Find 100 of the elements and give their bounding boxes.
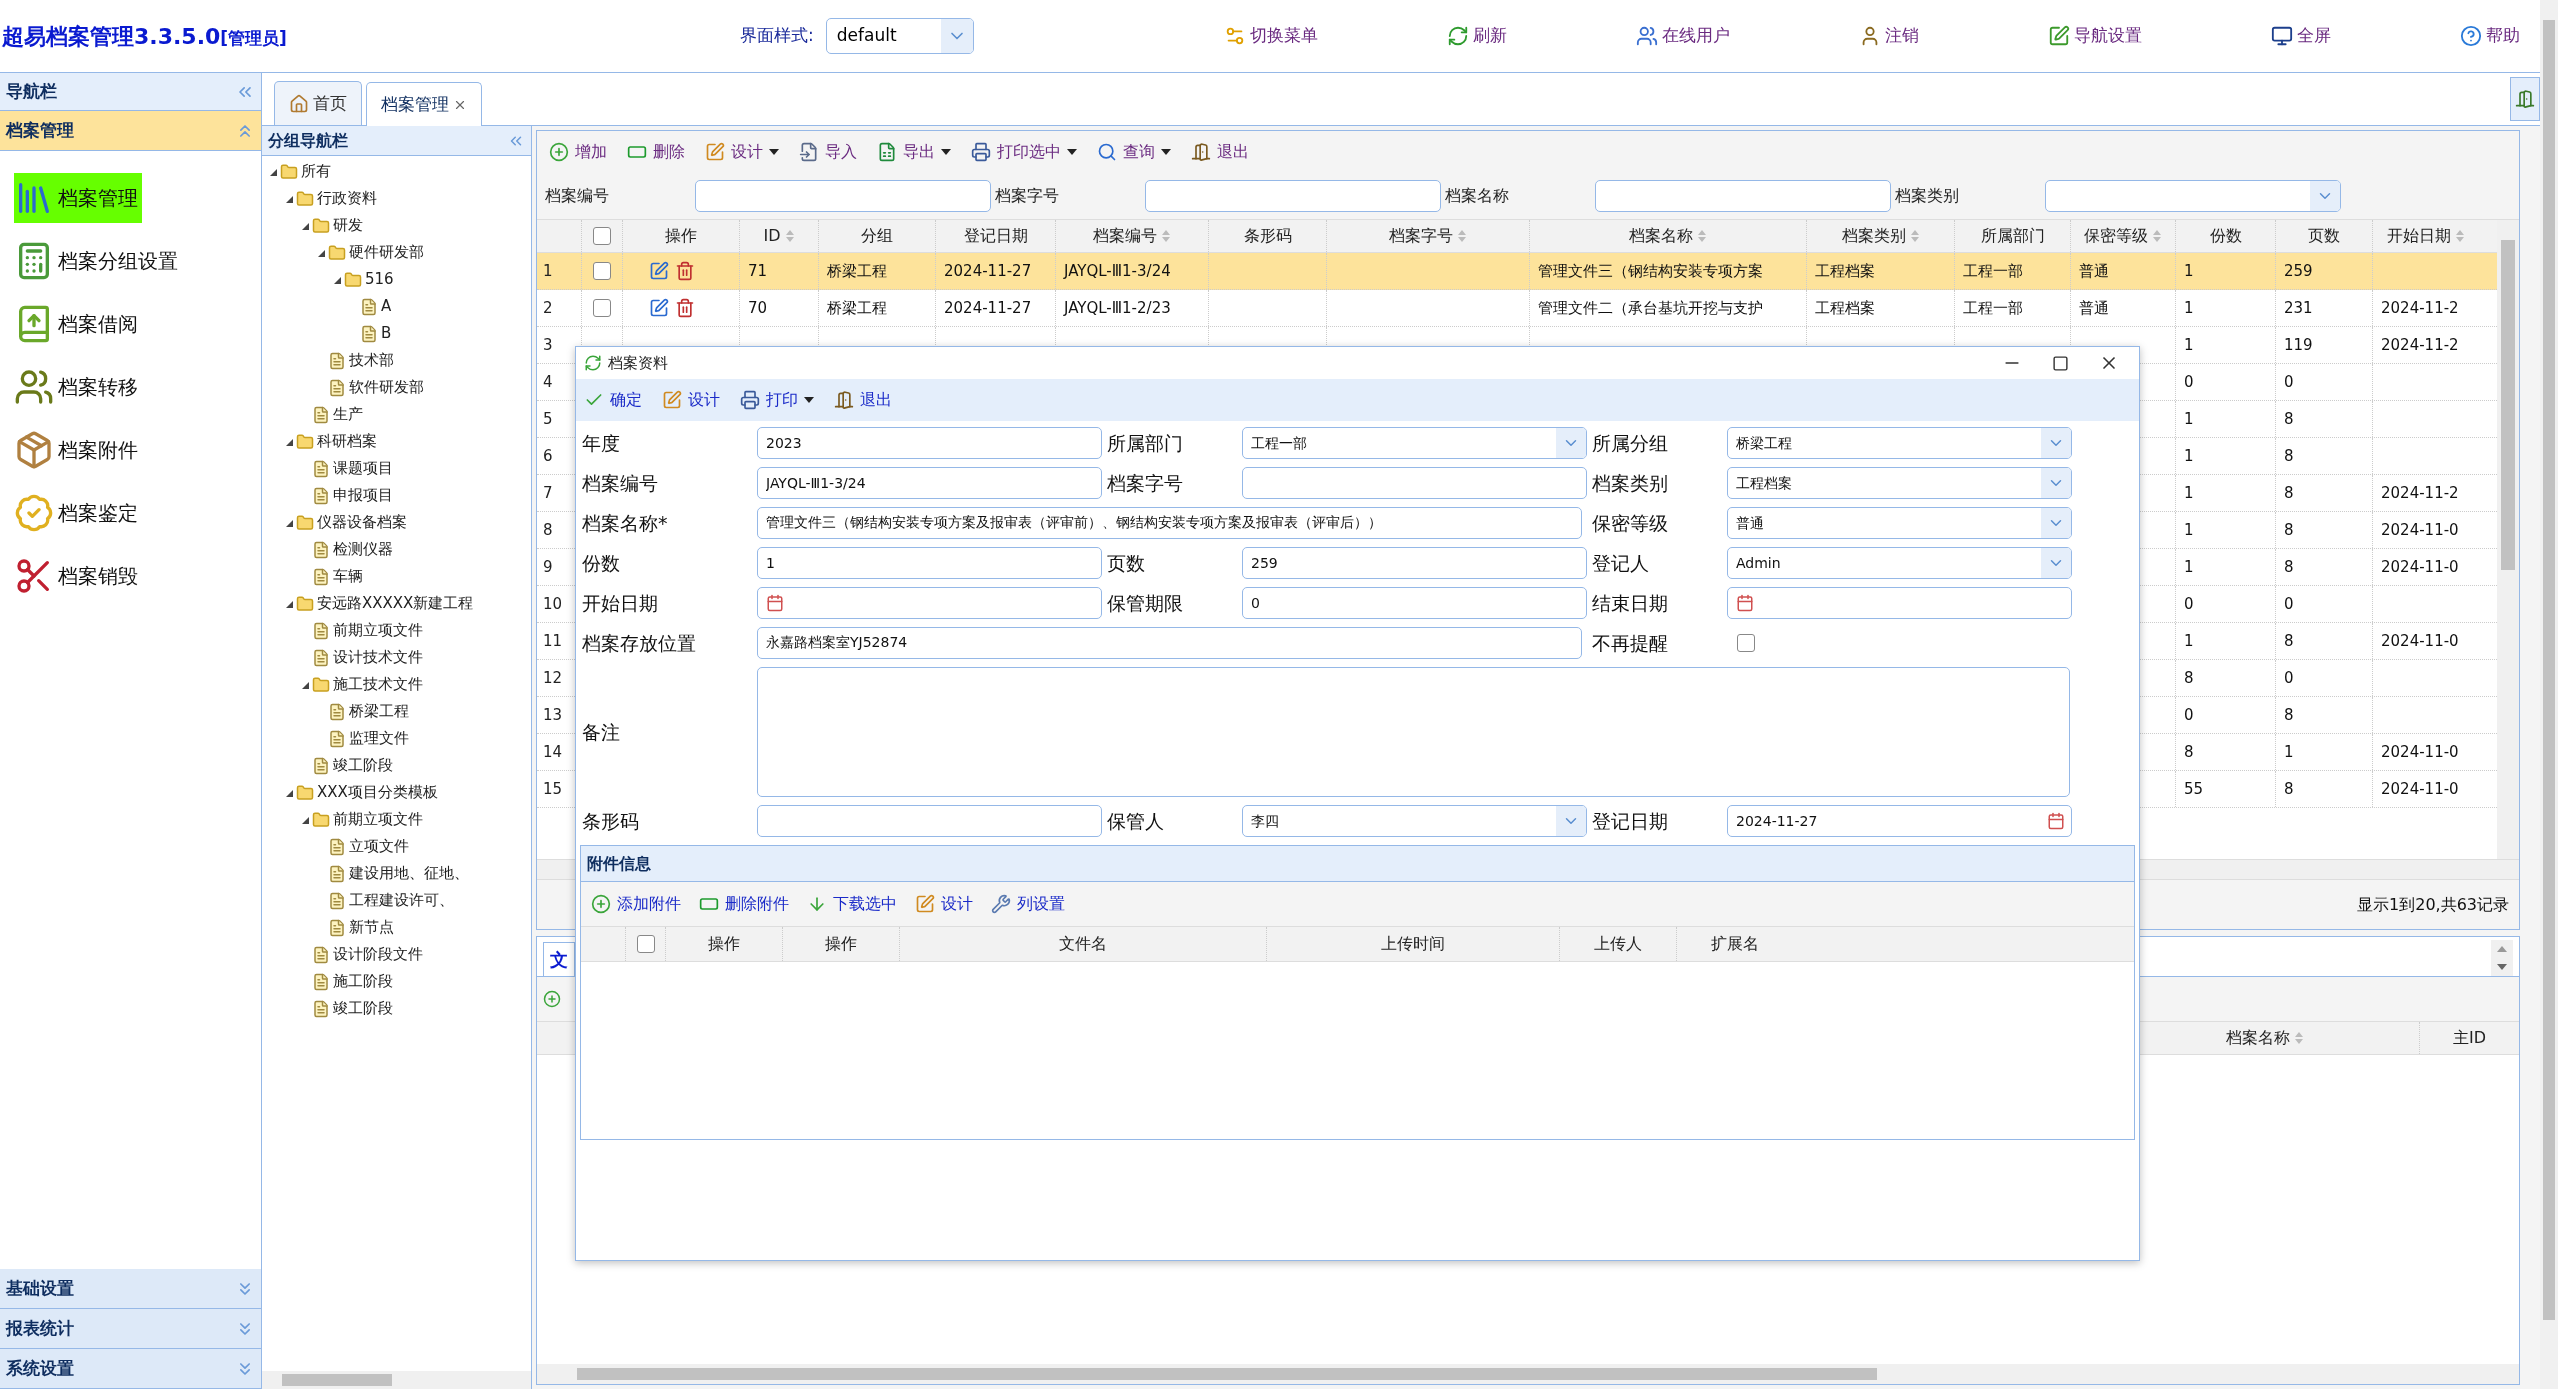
tree-item[interactable]: 车辆 bbox=[333, 565, 363, 588]
nav-label[interactable]: 档案借阅 bbox=[58, 309, 138, 339]
column-header[interactable]: 页数 bbox=[2275, 220, 2372, 252]
tab[interactable]: 首页 bbox=[274, 81, 362, 125]
select-field[interactable]: 普通 bbox=[1727, 507, 2072, 539]
table-row[interactable]: 1 71 桥梁工程 2024-11-27 JAYQL-Ⅲ1-3/24 管理文件三（钢结构安装专项方案 工程档案 工程一部 普通 1 259 bbox=[537, 253, 2497, 290]
tab-scroll-control[interactable] bbox=[2491, 940, 2513, 976]
tree-item[interactable]: 仪器设备档案 bbox=[317, 511, 407, 534]
tree-item[interactable]: 安远路XXXXX新建工程 bbox=[317, 592, 474, 615]
column-header[interactable]: 所属部门 bbox=[1954, 220, 2070, 252]
checkbox[interactable] bbox=[593, 299, 611, 317]
select-field[interactable]: 工程一部 bbox=[1242, 427, 1587, 459]
column-header[interactable]: 档案编号 bbox=[1055, 220, 1208, 252]
tree-item[interactable]: XXX项目分类模板 bbox=[317, 781, 438, 804]
column-header[interactable]: 保密等级 bbox=[2070, 220, 2175, 252]
toolbar-button[interactable]: 导出 bbox=[871, 137, 957, 167]
delete-icon[interactable] bbox=[675, 298, 695, 318]
tree-item[interactable]: 工程建设许可、 bbox=[349, 889, 454, 912]
column-header[interactable]: 档案类别 bbox=[1806, 220, 1954, 252]
tree-item[interactable]: 技术部 bbox=[349, 349, 394, 372]
page-scrollbar[interactable] bbox=[2540, 0, 2558, 1389]
section-title[interactable]: 系统设置 bbox=[6, 1355, 74, 1382]
date-field[interactable]: 2024-11-27 bbox=[1727, 805, 2072, 837]
toolbar-button[interactable]: 设计 bbox=[909, 889, 979, 919]
nav-label[interactable]: 档案附件 bbox=[58, 435, 138, 465]
input-field[interactable] bbox=[757, 805, 1102, 837]
nav-item[interactable]: 档案销毁 bbox=[14, 551, 142, 601]
column-header[interactable]: 档案字号 bbox=[1326, 220, 1529, 252]
toolbar-button[interactable]: 列设置 bbox=[985, 889, 1071, 919]
toolbar-button[interactable]: 增加 bbox=[543, 137, 613, 167]
date-field[interactable] bbox=[1727, 587, 2072, 619]
tree-item[interactable]: 竣工阶段 bbox=[333, 997, 393, 1020]
tree-item[interactable]: 检测仪器 bbox=[333, 538, 393, 561]
header-button[interactable]: 导航设置 bbox=[2047, 23, 2142, 49]
column-header[interactable]: 上传人 bbox=[1559, 927, 1676, 961]
toolbar-button[interactable]: 删除附件 bbox=[693, 889, 795, 919]
horizontal-scrollbar[interactable] bbox=[262, 1371, 531, 1389]
column-header[interactable]: 条形码 bbox=[1208, 220, 1326, 252]
input-field[interactable]: 管理文件三（钢结构安装专项方案及报审表（评审前）、钢结构安装专项方案及报审表（评审后）） bbox=[757, 507, 1582, 539]
nav-item[interactable]: 档案借阅 bbox=[14, 299, 142, 349]
section-title[interactable]: 报表统计 bbox=[6, 1315, 74, 1342]
toolbar-button[interactable]: 确定 bbox=[578, 385, 648, 415]
column-header[interactable]: 扩展名 bbox=[1676, 927, 1793, 961]
section-title[interactable]: 档案管理 bbox=[6, 117, 74, 144]
toolbar-button[interactable]: 打印选中 bbox=[965, 137, 1083, 167]
tree-item[interactable]: 所有 bbox=[301, 160, 331, 183]
section-title[interactable]: 基础设置 bbox=[6, 1275, 74, 1302]
theme-select[interactable]: default bbox=[825, 18, 974, 54]
tree-item[interactable]: 立项文件 bbox=[349, 835, 409, 858]
search-field[interactable] bbox=[1145, 180, 1441, 212]
select-field[interactable] bbox=[2045, 180, 2341, 212]
select-field[interactable]: Admin bbox=[1727, 547, 2072, 579]
tree-item[interactable]: 硬件研发部 bbox=[349, 241, 424, 264]
tab[interactable]: 档案管理 bbox=[366, 82, 482, 126]
column-header[interactable]: ID bbox=[739, 220, 818, 252]
tree-item[interactable]: 课题项目 bbox=[333, 457, 393, 480]
accordion-header[interactable]: 系统设置 bbox=[0, 1349, 261, 1389]
toolbar-button[interactable]: 添加附件 bbox=[585, 889, 687, 919]
column-header[interactable]: 分组 bbox=[818, 220, 935, 252]
column-header[interactable]: 操作 bbox=[622, 220, 739, 252]
tree-item[interactable]: 516 bbox=[365, 268, 394, 291]
input-field[interactable]: 259 bbox=[1242, 547, 1587, 579]
tree-item[interactable]: A bbox=[381, 295, 392, 318]
toolbar-button[interactable]: 设计 bbox=[699, 137, 785, 167]
header-button[interactable]: 全屏 bbox=[2270, 23, 2331, 49]
accordion-header[interactable]: 报表统计 bbox=[0, 1309, 261, 1349]
nav-label[interactable]: 档案分组设置 bbox=[58, 246, 178, 276]
toolbar-button[interactable]: 下载选中 bbox=[801, 889, 903, 919]
tree-item[interactable]: 研发 bbox=[333, 214, 363, 237]
checkbox[interactable] bbox=[593, 227, 611, 245]
search-field[interactable] bbox=[1595, 180, 1891, 212]
nav-item[interactable]: 档案附件 bbox=[14, 425, 142, 475]
input-field[interactable]: 永嘉路档案室YJ52874 bbox=[757, 627, 1582, 659]
input-field[interactable]: JAYQL-Ⅲ1-3/24 bbox=[757, 467, 1102, 499]
toolbar-button[interactable]: 导入 bbox=[793, 137, 863, 167]
tree-item[interactable]: 申报项目 bbox=[333, 484, 393, 507]
accordion-header[interactable]: 档案管理 bbox=[0, 111, 261, 151]
tree-item[interactable]: 竣工阶段 bbox=[333, 754, 393, 777]
vertical-scrollbar[interactable] bbox=[2497, 220, 2519, 859]
column-header[interactable]: 主ID bbox=[2419, 1022, 2519, 1054]
tree-item[interactable]: 监理文件 bbox=[349, 727, 409, 750]
nav-item[interactable]: 档案分组设置 bbox=[14, 236, 182, 286]
plus-icon[interactable] bbox=[543, 990, 561, 1008]
tree-item[interactable]: 新节点 bbox=[349, 916, 394, 939]
header-button[interactable]: 帮助 bbox=[2459, 23, 2520, 49]
nav-label[interactable]: 档案销毁 bbox=[58, 561, 138, 591]
checkbox[interactable] bbox=[1737, 634, 1755, 652]
column-header[interactable]: 文件名 bbox=[899, 927, 1266, 961]
nav-label[interactable]: 档案鉴定 bbox=[58, 498, 138, 528]
column-header[interactable]: 档案名称 bbox=[1529, 220, 1806, 252]
nav-item[interactable]: 档案管理 bbox=[14, 173, 142, 223]
checkbox[interactable] bbox=[593, 262, 611, 280]
nav-label[interactable]: 档案管理 bbox=[58, 183, 138, 213]
tree-item[interactable]: 设计技术文件 bbox=[333, 646, 423, 669]
accordion-header[interactable]: 基础设置 bbox=[0, 1269, 261, 1309]
select-field[interactable]: 李四 bbox=[1242, 805, 1587, 837]
edit-icon[interactable] bbox=[649, 298, 669, 318]
exit-button[interactable] bbox=[2510, 77, 2540, 121]
toolbar-button[interactable]: 删除 bbox=[621, 137, 691, 167]
input-field[interactable]: 1 bbox=[757, 547, 1102, 579]
